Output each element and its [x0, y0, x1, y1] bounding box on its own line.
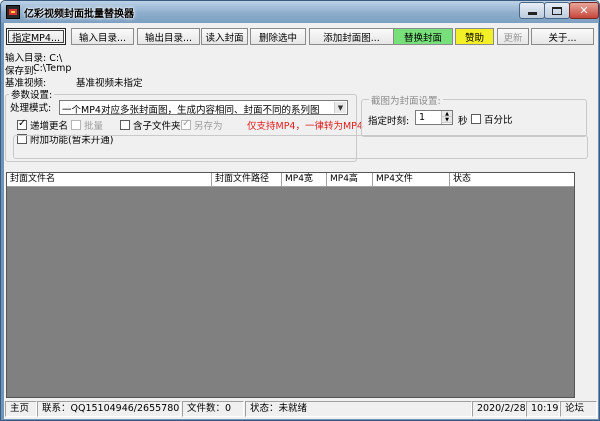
column-mp4-height[interactable]: MP4高: [327, 173, 373, 186]
mode-select[interactable]: 一个MP4对应多张封面图，生成内容相同、封面不同的系列图 ▼: [59, 100, 348, 116]
replace-cover-button[interactable]: 替换封面: [393, 28, 453, 45]
home-link[interactable]: 主页: [5, 401, 37, 417]
checkbox-icon: [17, 118, 27, 130]
batch-label: 批量: [84, 121, 104, 132]
contact-info: 联系：QQ15104946/2655780380: [37, 401, 181, 417]
save-as-label: 另存为: [194, 121, 223, 132]
column-mp4-file[interactable]: MP4文件: [373, 173, 450, 186]
seconds-label: 秒: [458, 116, 468, 127]
file-count: 文件数：0: [182, 401, 244, 417]
add-cover-image-button[interactable]: 添加封面图...: [309, 28, 394, 45]
increment-rename-label: 递增更名: [30, 121, 69, 132]
percent-label: 百分比: [484, 115, 513, 126]
about-button[interactable]: 关于...: [531, 28, 594, 45]
capture-group-title: 截图为封面设置:: [369, 93, 443, 107]
close-button[interactable]: ✕: [569, 2, 599, 19]
checkbox-icon: [181, 118, 191, 130]
include-subfolders-checkbox[interactable]: 含子文件夹: [120, 118, 181, 132]
forum-link[interactable]: 论坛: [560, 401, 597, 417]
column-mp4-width[interactable]: MP4宽: [282, 173, 327, 186]
spinner-arrows[interactable]: ▲ ▼: [441, 111, 452, 124]
status-date: 2020/2/28: [472, 401, 526, 417]
app-icon: [6, 5, 20, 19]
checkbox-icon: [120, 120, 130, 130]
percent-checkbox[interactable]: 百分比: [471, 112, 513, 126]
checkbox-icon: [471, 114, 481, 124]
mp4-only-warning: 仅支持MP4，一律转为MP4: [247, 121, 363, 132]
maximize-icon: [552, 6, 562, 15]
base-video-value: 基准视频未指定: [76, 78, 143, 89]
batch-checkbox[interactable]: 批量: [71, 118, 103, 132]
chevron-down-icon[interactable]: ▼: [334, 102, 346, 113]
params-group-title: 参数设置:: [9, 87, 55, 101]
mode-select-value: 一个MP4对应多张封面图，生成内容相同、封面不同的系列图: [62, 105, 320, 116]
status-bar: 主页 联系：QQ15104946/2655780380 文件数：0 状态：未就绪…: [4, 399, 598, 419]
column-cover-filename[interactable]: 封面文件名: [7, 173, 212, 186]
delete-selected-button[interactable]: 删除选中: [250, 28, 306, 45]
input-dir-label: 输入目录: C:\: [5, 53, 63, 64]
update-button[interactable]: 更新: [497, 28, 529, 45]
include-subfolders-label: 含子文件夹: [133, 121, 181, 132]
window-title: 亿彩视频封面批量替换器: [24, 9, 134, 20]
minimize-icon: [527, 12, 537, 15]
select-mp4-button[interactable]: 指定MP4...: [6, 28, 66, 45]
column-status[interactable]: 状态: [450, 173, 574, 186]
title-bar[interactable]: 亿彩视频封面批量替换器 ✕: [1, 1, 599, 23]
save-as-checkbox[interactable]: 另存为: [181, 118, 223, 132]
mode-label: 处理模式:: [10, 103, 52, 114]
close-icon: ✕: [579, 4, 589, 17]
maximize-button[interactable]: [544, 2, 570, 19]
client-area: 指定MP4... 输入目录... 输出目录... 读入封面 删除选中 添加封面图…: [4, 23, 598, 419]
capture-time-spinner[interactable]: 1 ▲ ▼: [415, 110, 453, 125]
input-dir-button[interactable]: 输入目录...: [71, 28, 134, 45]
capture-time-label: 指定时刻:: [368, 116, 410, 127]
column-cover-path[interactable]: 封面文件路径: [212, 173, 282, 186]
capture-time-value: 1: [419, 112, 426, 123]
output-dir-value: C:\Temp: [33, 63, 72, 74]
increment-rename-checkbox[interactable]: 递增更名: [17, 118, 68, 132]
file-list[interactable]: 封面文件名 封面文件路径 MP4宽 MP4高 MP4文件 状态: [6, 172, 575, 398]
app-window: 亿彩视频封面批量替换器 ✕ 指定MP4... 输入目录... 输出目录... 读…: [0, 0, 600, 421]
output-dir-button[interactable]: 输出目录...: [137, 28, 200, 45]
checkbox-icon: [71, 120, 81, 130]
minimize-button[interactable]: [519, 2, 545, 19]
status-text: 状态：未就绪: [245, 401, 472, 417]
spin-down-icon[interactable]: ▼: [442, 117, 452, 123]
status-time: 10:19: [526, 401, 560, 417]
addon-group: [13, 135, 588, 159]
load-cover-button[interactable]: 读入封面: [201, 28, 248, 45]
sponsor-button[interactable]: 赞助: [455, 28, 494, 45]
file-list-header: 封面文件名 封面文件路径 MP4宽 MP4高 MP4文件 状态: [7, 173, 574, 187]
